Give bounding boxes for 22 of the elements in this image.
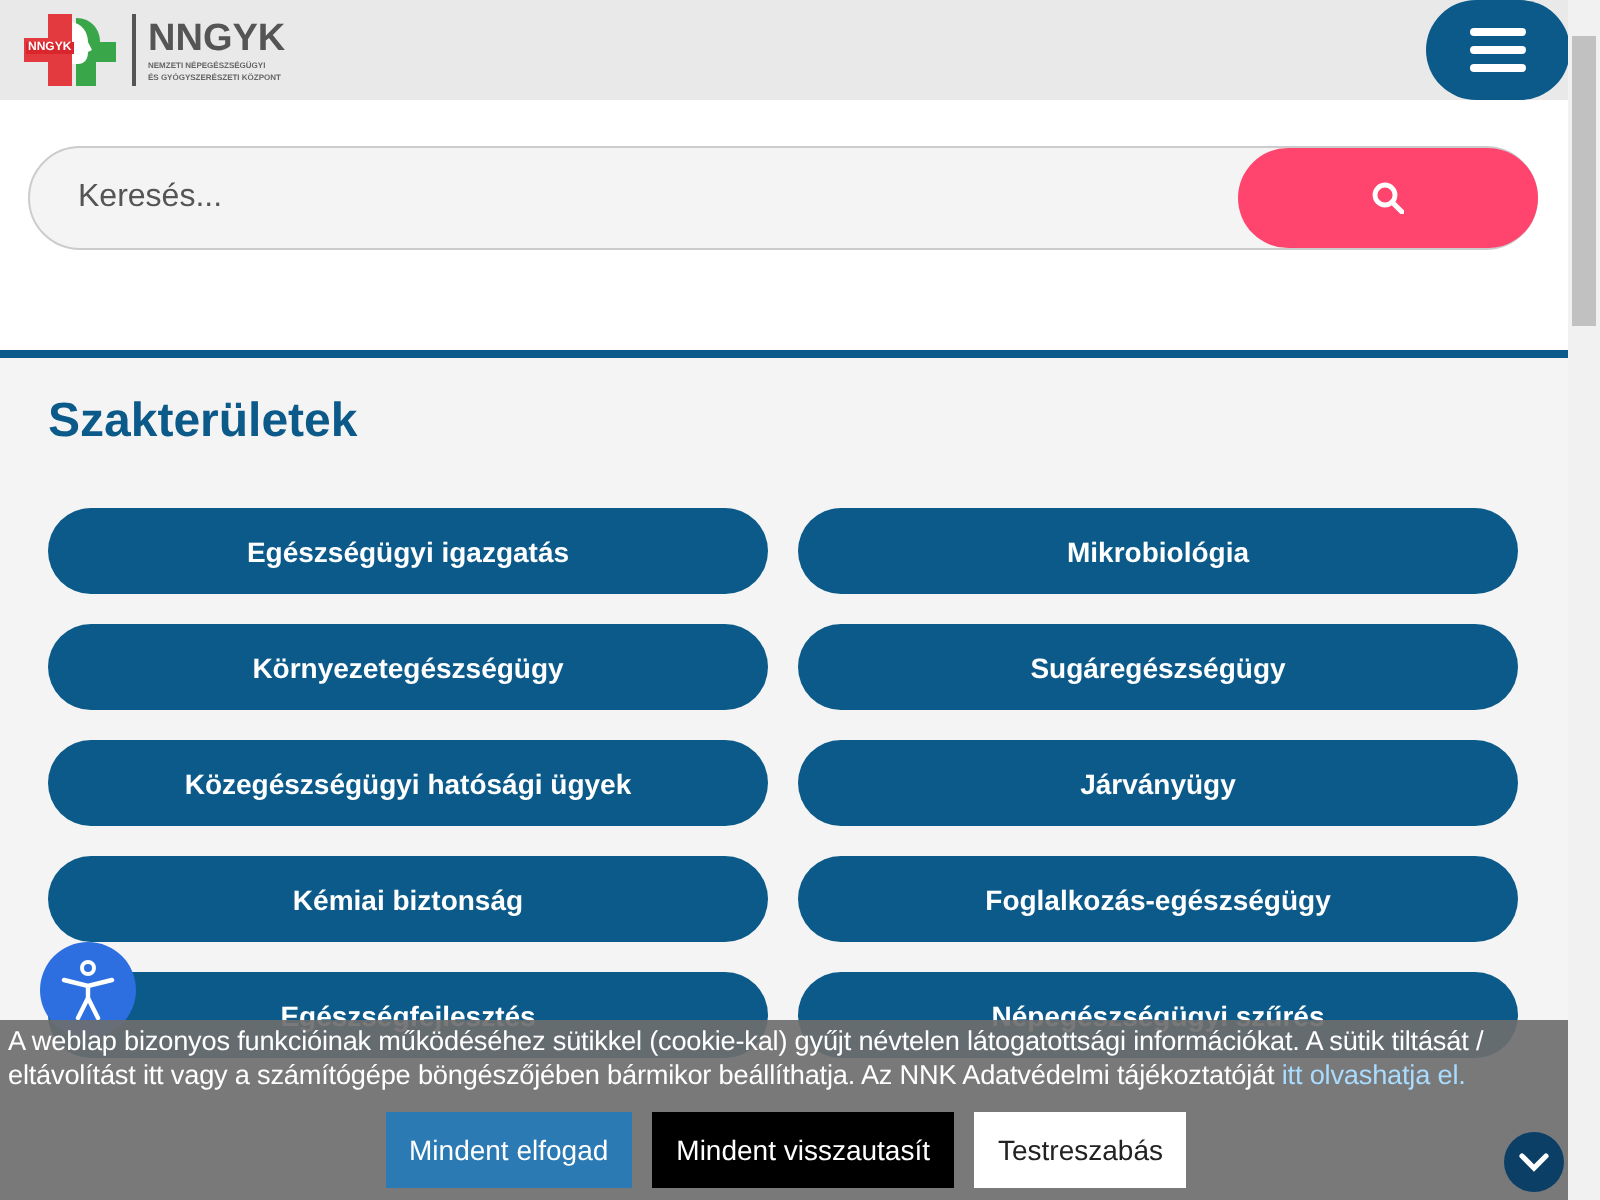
cross-logo-icon: [24, 14, 116, 86]
scrollbar[interactable]: [1568, 0, 1600, 1200]
accessibility-icon: [60, 960, 116, 1020]
section-title: Szakterületek: [48, 394, 360, 450]
search-icon: [1372, 182, 1404, 214]
category-button[interactable]: Mikrobiológia: [798, 508, 1518, 594]
category-button[interactable]: Sugáregészségügy: [798, 624, 1518, 710]
menu-icon: [1470, 28, 1526, 72]
menu-button[interactable]: [1426, 0, 1568, 100]
scroll-down-button[interactable]: [1504, 1132, 1564, 1192]
category-button[interactable]: Kémiai biztonság: [48, 856, 768, 942]
chevron-down-icon: [1518, 1152, 1550, 1172]
cookie-button[interactable]: Testreszabás: [974, 1112, 1187, 1188]
category-button[interactable]: Közegészségügyi hatósági ügyek: [48, 740, 768, 826]
cookie-button[interactable]: Mindent visszautasít: [652, 1112, 954, 1188]
logo-name: NNGYK: [148, 19, 286, 57]
category-button[interactable]: Járványügy: [798, 740, 1518, 826]
category-button[interactable]: Foglalkozás-egészségügy: [798, 856, 1518, 942]
category-button[interactable]: Egészségügyi igazgatás: [48, 508, 768, 594]
search-button[interactable]: [1238, 148, 1538, 248]
category-button[interactable]: Környezetegészségügy: [48, 624, 768, 710]
cookie-button[interactable]: Mindent elfogad: [385, 1112, 633, 1188]
